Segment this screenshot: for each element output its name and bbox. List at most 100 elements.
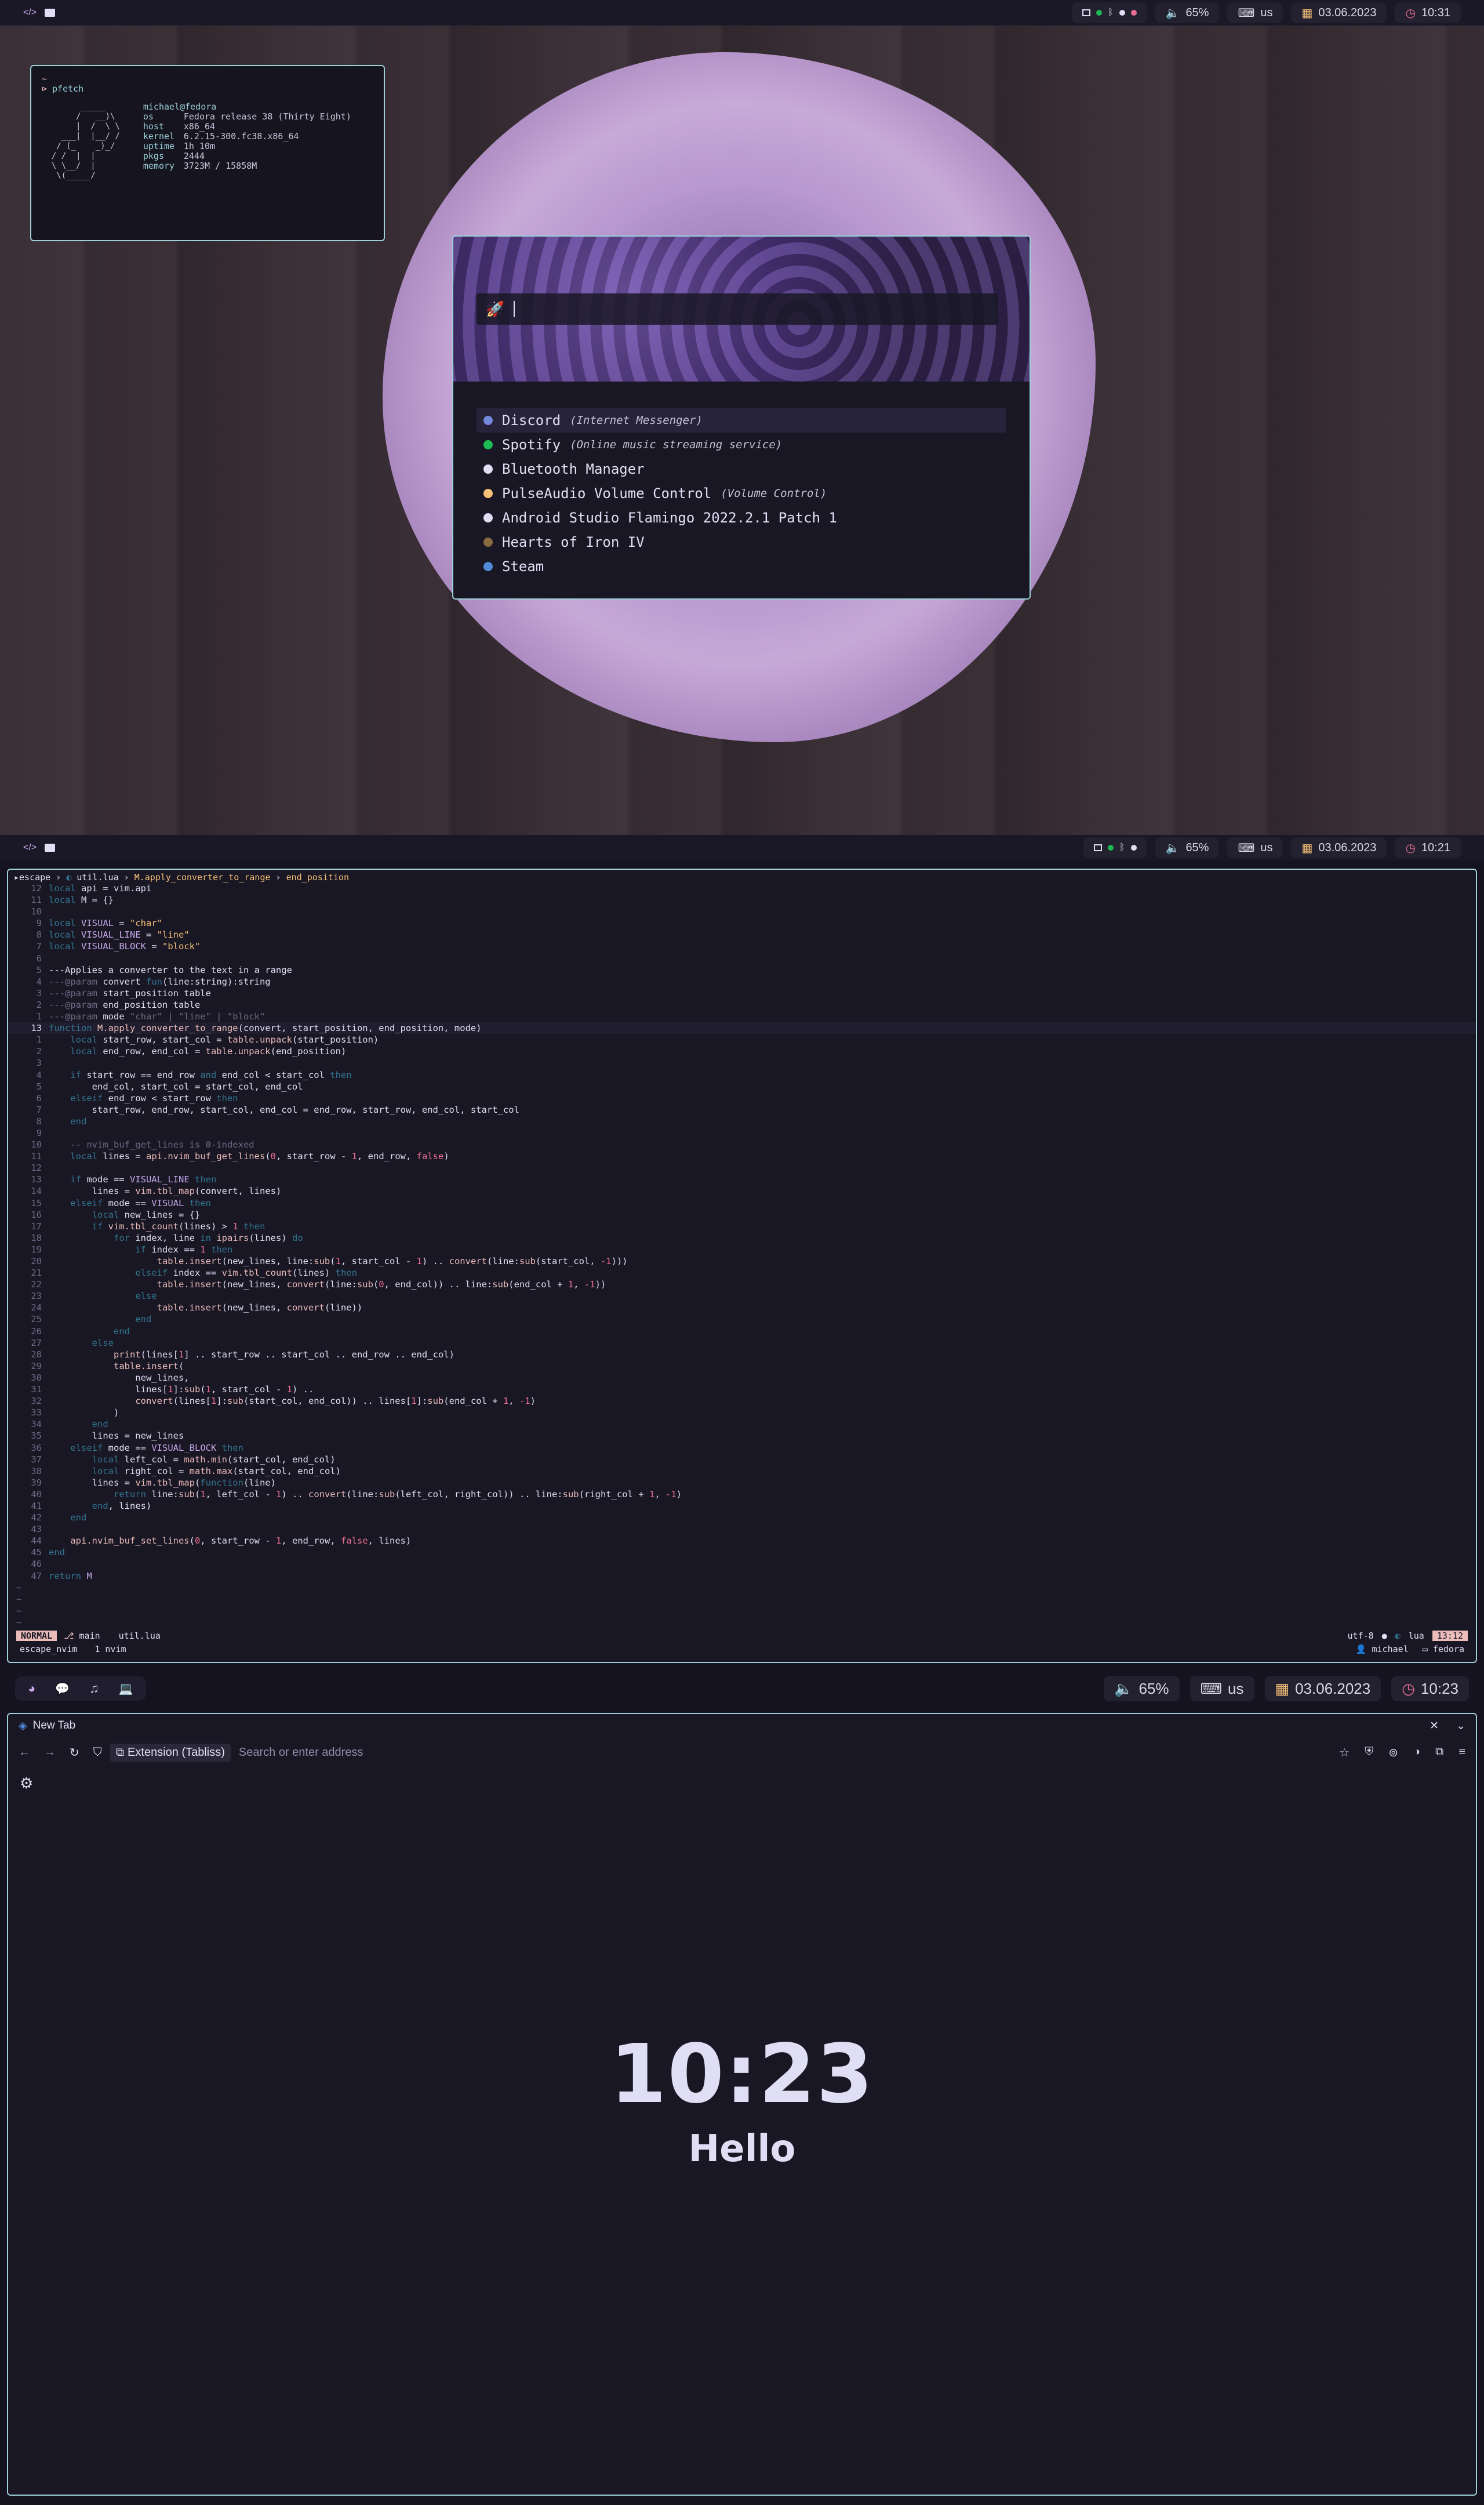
pfetch-terminal[interactable]: ~ ⊳ pfetch _____ / __)\ | / \ \ ___| |__…: [30, 65, 385, 241]
discord-tray-icon[interactable]: [1130, 845, 1137, 851]
date-widget[interactable]: ▦ 03.06.2023: [1291, 2, 1387, 23]
launcher-item[interactable]: Steam: [477, 554, 1006, 579]
clock-widget[interactable]: ◷ 10:21: [1395, 837, 1461, 858]
launcher-item[interactable]: Hearts of Iron IV: [477, 530, 1006, 554]
ublock-icon[interactable]: ⛨: [1365, 1745, 1373, 1760]
app-name: Steam: [502, 558, 544, 575]
volume-widget[interactable]: 🔈 65%: [1155, 2, 1220, 23]
launcher-item[interactable]: Spotify (Online music streaming service): [477, 433, 1006, 457]
volume-widget[interactable]: 🔈 65%: [1104, 1676, 1180, 1701]
code-icon[interactable]: </>: [23, 843, 37, 853]
extension-badge[interactable]: ⧉ Extension (Tabliss): [110, 1743, 231, 1762]
volume-value: 65%: [1139, 1679, 1169, 1697]
monitor-icon: ▭: [1422, 1644, 1428, 1654]
spotify-tray-icon[interactable]: [1107, 845, 1114, 851]
monitor-icon[interactable]: [1093, 844, 1102, 851]
time-value: 10:31: [1421, 6, 1450, 19]
fedora-icon[interactable]: ◕: [28, 1681, 35, 1696]
pfetch-row: kernel 6.2.15-300.fc38.x86_64: [143, 132, 351, 141]
tmux-host: ▭ fedora: [1423, 1644, 1464, 1654]
tmux-user: 👤 michael: [1356, 1644, 1409, 1654]
bookmark-star-icon[interactable]: ☆: [1339, 1745, 1350, 1760]
launcher-item[interactable]: PulseAudio Volume Control (Volume Control…: [477, 481, 1006, 506]
spotify-tray-icon[interactable]: [1096, 10, 1102, 16]
tmux-window[interactable]: 1 nvim: [94, 1644, 126, 1654]
code-icon[interactable]: </>: [23, 8, 37, 18]
bluetooth-icon[interactable]: ᛒ: [1119, 843, 1125, 853]
volume-icon: 🔈: [1165, 841, 1180, 855]
tmux-statusline: escape_nvim 1 nvim 👤 michael ▭ fedora: [8, 1643, 1476, 1655]
chevron-down-icon[interactable]: ⌄: [1456, 1719, 1465, 1733]
tabliss-widget: 10:23 Hello: [8, 2027, 1476, 2170]
launcher-search-input[interactable]: 🚀: [477, 293, 998, 325]
volume-widget[interactable]: 🔈 65%: [1155, 837, 1220, 858]
date-value: 03.06.2023: [1295, 1679, 1371, 1697]
settings-gear-icon[interactable]: ⚙: [8, 1767, 1476, 1799]
user-icon: 👤: [1355, 1644, 1367, 1654]
music-icon[interactable]: ♫: [89, 1681, 99, 1696]
text-cursor: [514, 301, 515, 317]
mask-icon[interactable]: ⊚: [1388, 1745, 1398, 1760]
clock-widget[interactable]: ◷ 10:23: [1391, 1676, 1469, 1701]
clock-widget[interactable]: ◷ 10:31: [1395, 2, 1461, 23]
mode-indicator: NORMAL: [16, 1631, 57, 1641]
pfetch-value: 6.2.15-300.fc38.x86_64: [183, 131, 299, 141]
toolbar-icons: ☆ ⛨ ⊚ ◑ ⧉ ≡: [1339, 1745, 1465, 1760]
forward-icon[interactable]: →: [44, 1746, 56, 1759]
address-input[interactable]: Search or enter address: [239, 1746, 363, 1759]
app-icon: [483, 513, 493, 522]
app-icon: [483, 464, 493, 474]
pfetch-key: memory: [143, 161, 175, 171]
clock-icon: ◷: [1405, 6, 1416, 20]
statusline: NORMAL ⎇ main util.lua utf-8 ● ◐ lua 13:…: [8, 1629, 1476, 1642]
keyboard-icon: ⌨: [1238, 6, 1255, 20]
darkreader-icon[interactable]: ◑: [1413, 1745, 1420, 1760]
laptop-icon[interactable]: 💻: [119, 1682, 133, 1696]
chat-icon[interactable]: 💬: [55, 1682, 70, 1696]
close-tab-icon[interactable]: ✕: [1430, 1719, 1439, 1733]
launcher-item[interactable]: Discord (Internet Messenger): [477, 408, 1006, 433]
app-launcher[interactable]: 🚀 Discord (Internet Messenger) Spotify (Onl…: [452, 235, 1031, 600]
back-icon[interactable]: ←: [19, 1746, 30, 1759]
extensions-icon[interactable]: ⧉: [1435, 1745, 1443, 1760]
app-name: Bluetooth Manager: [502, 461, 645, 477]
discord-tray-icon[interactable]: [1119, 10, 1125, 16]
reload-icon[interactable]: ↻: [70, 1745, 79, 1760]
keyboard-layout[interactable]: ⌨ us: [1227, 837, 1283, 858]
lua-icon: ◐: [66, 872, 72, 883]
tmux-session[interactable]: escape_nvim: [20, 1644, 77, 1654]
pfetch-row: pkgs 2444: [143, 151, 351, 161]
code-buffer[interactable]: 12 local api = vim.api 11 local M = {} 10 …: [8, 883, 1476, 1628]
time-value: 10:23: [1420, 1679, 1458, 1697]
app-icon: [483, 440, 493, 449]
record-icon[interactable]: [1130, 10, 1137, 16]
bluetooth-icon[interactable]: ᛒ: [1108, 8, 1114, 18]
tab-new-tab[interactable]: ◈ New Tab: [19, 1719, 75, 1733]
lua-icon: ◐: [1395, 1631, 1401, 1641]
firefox-window[interactable]: ◈ New Tab ✕ ⌄ ← → ↻ ⛉ ⧉ Extension (Tablis…: [7, 1713, 1477, 2496]
launcher-item[interactable]: Bluetooth Manager: [477, 457, 1006, 481]
keyboard-icon: ⌨: [1238, 841, 1255, 855]
cursor-position: 13:12: [1432, 1631, 1468, 1641]
fedora-logo: _____ / __)\ | / \ \ ___| |__/ / / (_ _)…: [51, 102, 120, 180]
tabliss-icon: ◈: [19, 1719, 27, 1732]
date-widget[interactable]: ▦ 03.06.2023: [1264, 1676, 1381, 1701]
pfetch-value: 1h 10m: [183, 141, 216, 151]
menu-icon[interactable]: ≡: [1458, 1745, 1465, 1760]
terminal-icon[interactable]: [45, 844, 56, 852]
desktop-screen-3: ◕ 💬 ♫ 💻 🔈 65% ⌨ us ▦ 03.06.2023 ◷ 10:23 ◈ Ne…: [0, 1670, 1484, 2505]
terminal-icon[interactable]: [45, 9, 56, 17]
url-bar[interactable]: ⛉ ⧉ Extension (Tabliss) Search or enter a…: [93, 1743, 1325, 1762]
date-widget[interactable]: ▦ 03.06.2023: [1291, 837, 1387, 858]
pfetch-value: 3723M / 15858M: [183, 161, 257, 171]
pfetch-value: Fedora release 38 (Thirty Eight): [183, 111, 351, 122]
keyboard-layout[interactable]: ⌨ us: [1227, 2, 1283, 23]
nvim-window[interactable]: ▸escape › ◐ util.lua › M.apply_converter…: [7, 869, 1477, 1663]
launcher-item[interactable]: Android Studio Flamingo 2022.2.1 Patch 1: [477, 506, 1006, 530]
pfetch-row: host x86_64: [143, 122, 351, 132]
keyboard-layout[interactable]: ⌨ us: [1190, 1676, 1254, 1701]
winbar: ▸escape › ◐ util.lua › M.apply_converter…: [14, 872, 349, 883]
date-value: 03.06.2023: [1318, 841, 1377, 854]
app-icon: [483, 538, 493, 547]
monitor-icon[interactable]: [1082, 9, 1090, 16]
